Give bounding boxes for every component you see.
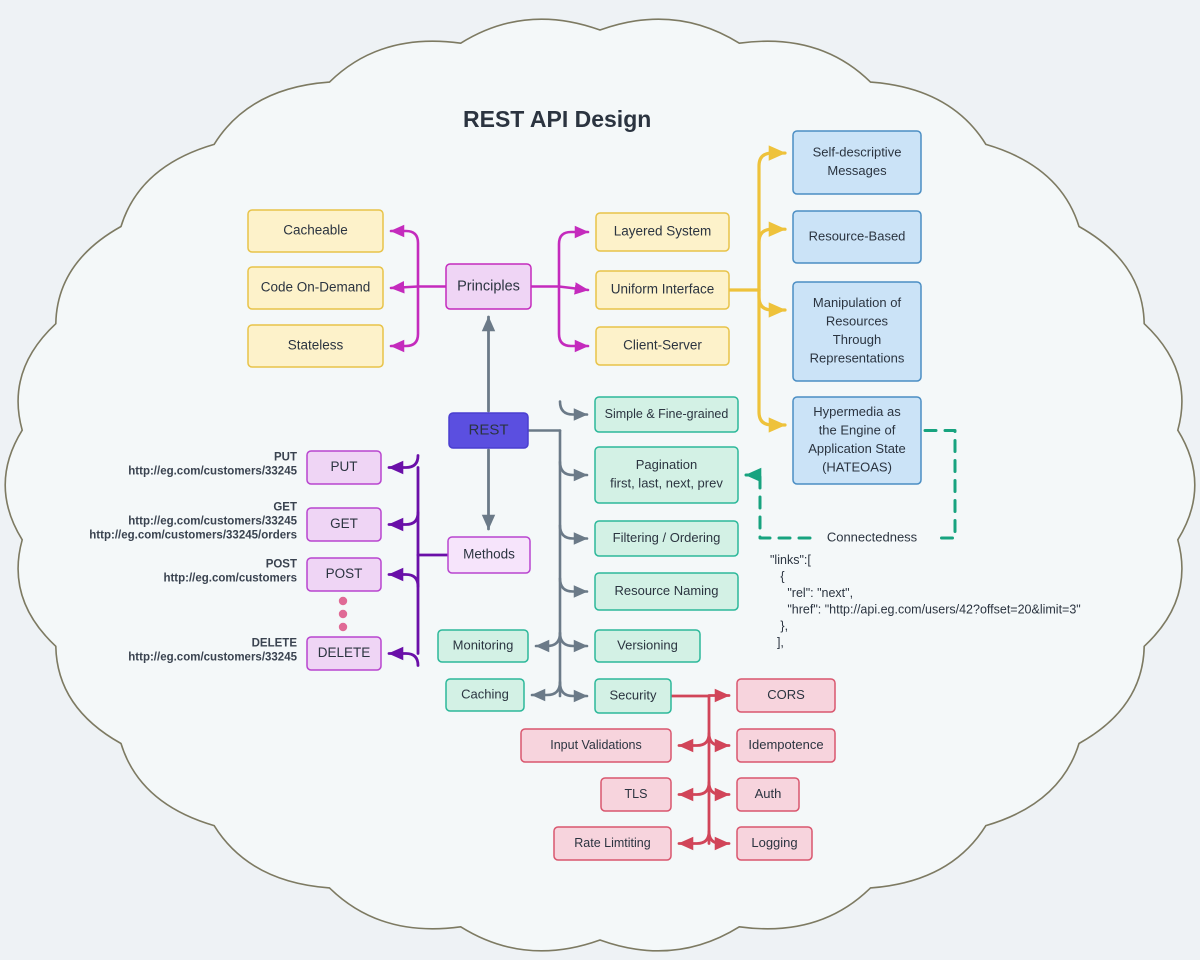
node-input-validations-label: Input Validations	[550, 738, 642, 752]
node-method-get[interactable]: GET	[306, 507, 382, 542]
node-layered-system-label: Layered System	[614, 224, 712, 239]
node-cors[interactable]: CORS	[736, 678, 836, 713]
page-title: REST API Design	[463, 106, 651, 132]
node-tls-label: TLS	[625, 787, 648, 801]
node-method-put-label: PUT	[331, 459, 358, 474]
node-layered-system[interactable]: Layered System	[595, 212, 730, 252]
node-code-on-demand-label: Code On-Demand	[261, 280, 371, 295]
connectedness-label: Connectedness	[827, 529, 918, 544]
method-url: http://eg.com/customers/33245	[128, 652, 297, 664]
node-tls[interactable]: TLS	[600, 777, 672, 812]
method-verb-post: POST	[266, 559, 297, 571]
node-rate-limtiting-label: Rate Limtiting	[574, 836, 650, 850]
node-method-post-label: POST	[326, 566, 363, 581]
node-caching-label: Caching	[461, 686, 509, 701]
node-filtering-ordering[interactable]: Filtering / Ordering	[594, 520, 739, 557]
node-pagination[interactable]: Pagination first, last, next, prev	[594, 446, 739, 504]
node-method-get-label: GET	[330, 516, 358, 531]
node-input-validations[interactable]: Input Validations	[520, 728, 672, 763]
code-line: "rel": "next",	[770, 586, 853, 600]
node-manipulation-of-label: Through	[833, 332, 881, 347]
node-principles[interactable]: Principles	[445, 263, 532, 310]
method-url: http://eg.com/customers/33245	[128, 466, 297, 478]
rest-api-mindmap: REST Principles Methods Cacheable Code On-De…	[4, 18, 1196, 952]
node-idempotence-label: Idempotence	[748, 737, 823, 752]
node-methods-label: Methods	[463, 547, 515, 562]
node-self-descriptive[interactable]: Self-descriptive Messages	[792, 130, 922, 195]
node-logging-label: Logging	[751, 835, 797, 850]
node-versioning[interactable]: Versioning	[594, 629, 701, 663]
node-monitoring-label: Monitoring	[453, 637, 514, 652]
node-pagination-label: first, last, next, prev	[610, 476, 723, 491]
node-caching[interactable]: Caching	[445, 678, 525, 712]
node-simple-fine-grained[interactable]: Simple & Fine-grained	[594, 396, 739, 433]
node-methods[interactable]: Methods	[447, 536, 531, 574]
node-security-label: Security	[610, 687, 657, 702]
node-rest[interactable]: REST	[448, 412, 529, 449]
node-stateless-label: Stateless	[288, 338, 344, 353]
node-stateless[interactable]: Stateless	[247, 324, 384, 368]
node-hypermedia-as[interactable]: Hypermedia as the Engine of Application St…	[792, 396, 922, 485]
node-resource-naming[interactable]: Resource Naming	[594, 572, 739, 611]
node-pagination-label: Pagination	[636, 457, 697, 472]
node-manipulation-of[interactable]: Manipulation of Resources Through Represent…	[792, 281, 922, 382]
node-manipulation-of-label: Representations	[810, 351, 905, 366]
node-uniform-interface-label: Uniform Interface	[611, 282, 715, 297]
diagram-canvas: REST Principles Methods Cacheable Code On-De…	[0, 0, 1200, 960]
node-filtering-ordering-label: Filtering / Ordering	[613, 530, 721, 545]
node-auth-label: Auth	[755, 786, 782, 801]
node-simple-fine-grained-label: Simple & Fine-grained	[605, 407, 729, 421]
edge-principles-child	[389, 281, 420, 294]
node-hypermedia-as-label: Application State	[808, 441, 906, 456]
node-rate-limtiting[interactable]: Rate Limtiting	[553, 826, 672, 861]
node-security[interactable]: Security	[594, 678, 672, 714]
code-line: },	[770, 619, 788, 633]
node-auth[interactable]: Auth	[736, 777, 800, 812]
node-resource-naming-label: Resource Naming	[614, 583, 718, 598]
node-cacheable-label: Cacheable	[283, 223, 348, 238]
node-self-descriptive-label: Messages	[827, 163, 887, 178]
code-line: ],	[770, 636, 784, 650]
node-cacheable[interactable]: Cacheable	[247, 209, 384, 253]
node-code-on-demand[interactable]: Code On-Demand	[247, 266, 384, 310]
node-manipulation-of-label: Resources	[826, 314, 889, 329]
node-hypermedia-as-label: Hypermedia as	[813, 404, 901, 419]
node-principles-label: Principles	[457, 278, 520, 294]
method-url: http://eg.com/customers/33245	[128, 516, 297, 528]
method-url: http://eg.com/customers	[163, 573, 297, 585]
node-method-delete-label: DELETE	[318, 645, 371, 660]
code-line: "href": "http://api.eg.com/users/42?offs…	[770, 603, 1081, 617]
node-method-put[interactable]: PUT	[306, 450, 382, 485]
method-verb-get: GET	[273, 502, 297, 514]
code-line: {	[770, 570, 785, 584]
method-verb-delete: DELETE	[252, 638, 298, 650]
node-method-post[interactable]: POST	[306, 557, 382, 592]
node-resource-based-label: Resource-Based	[809, 228, 906, 243]
ellipsis-dots	[338, 596, 348, 632]
node-idempotence[interactable]: Idempotence	[736, 728, 836, 763]
node-manipulation-of-label: Manipulation of	[813, 295, 902, 310]
node-monitoring[interactable]: Monitoring	[437, 629, 529, 663]
code-line: "links":[	[770, 553, 811, 567]
node-resource-based[interactable]: Resource-Based	[792, 210, 922, 264]
node-versioning-label: Versioning	[617, 637, 678, 652]
node-method-delete[interactable]: DELETE	[306, 636, 382, 671]
node-uniform-interface[interactable]: Uniform Interface	[595, 270, 730, 310]
node-client-server-label: Client-Server	[623, 338, 702, 353]
method-verb-put: PUT	[274, 452, 297, 464]
method-url: http://eg.com/customers/33245/orders	[89, 530, 297, 542]
node-cors-label: CORS	[767, 687, 805, 702]
node-hypermedia-as-label: (HATEOAS)	[822, 460, 892, 475]
node-hypermedia-as-label: the Engine of	[819, 423, 896, 438]
node-rest-label: REST	[468, 421, 508, 438]
node-self-descriptive-label: Self-descriptive	[813, 145, 902, 160]
node-client-server[interactable]: Client-Server	[595, 326, 730, 366]
node-logging[interactable]: Logging	[736, 826, 813, 861]
